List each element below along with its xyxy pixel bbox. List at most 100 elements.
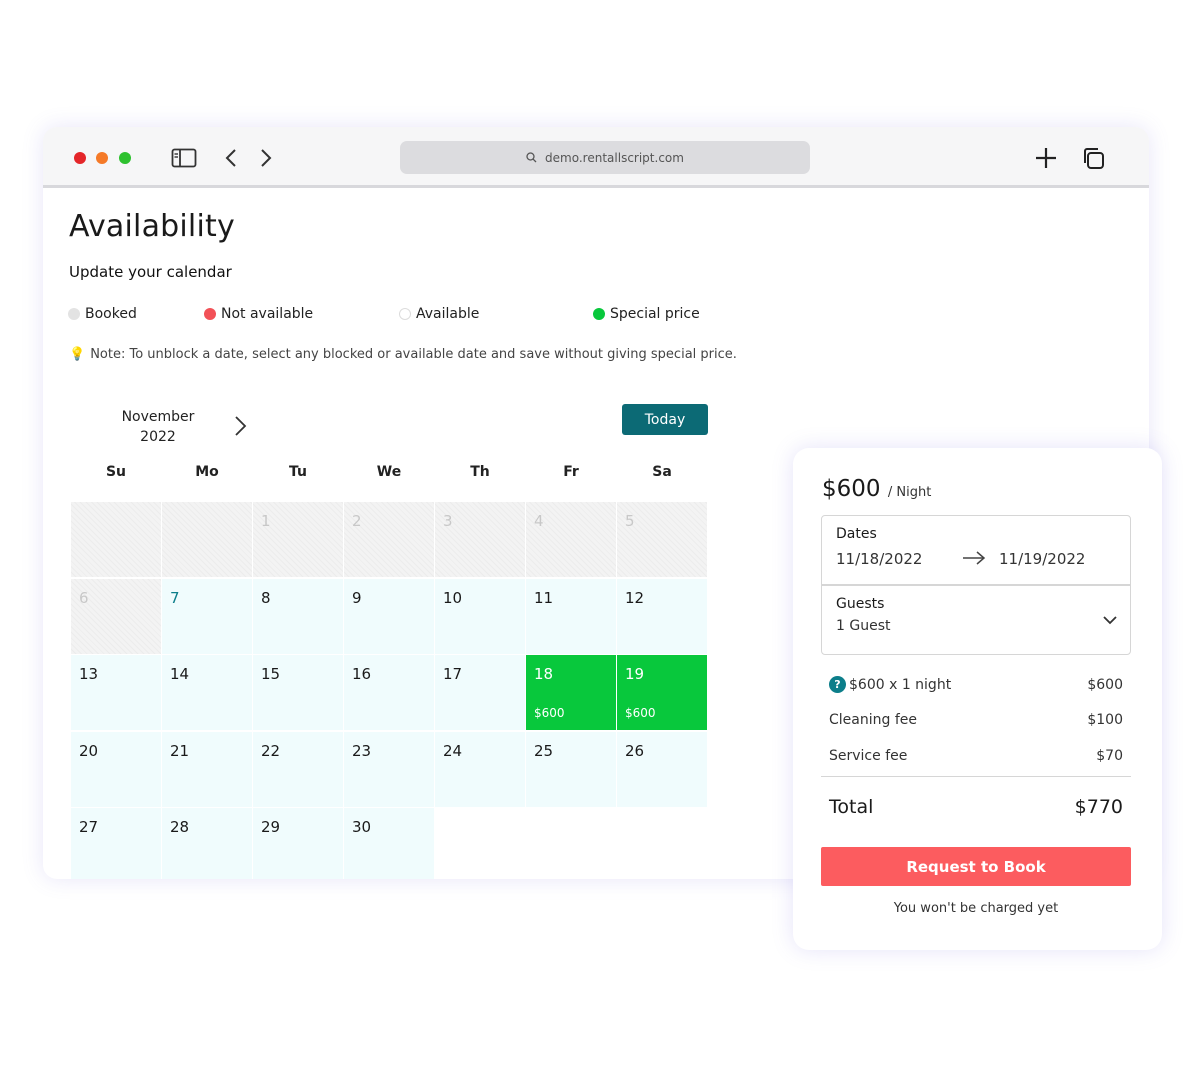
weekday-label: Mo bbox=[195, 464, 219, 480]
calendar-day[interactable]: 28 bbox=[162, 808, 252, 879]
special-price-label: $600 bbox=[534, 706, 565, 720]
day-number: 20 bbox=[79, 741, 99, 760]
calendar-day[interactable]: 5 bbox=[617, 502, 707, 577]
check-in-date[interactable]: 11/18/2022 bbox=[836, 550, 922, 568]
calendar-day[interactable]: 18 $600 bbox=[526, 655, 616, 730]
day-number: 24 bbox=[443, 741, 463, 760]
calendar-day[interactable]: 1 bbox=[253, 502, 343, 577]
price-line-cleaning: Cleaning fee $100 bbox=[829, 712, 1123, 728]
check-out-date[interactable]: 11/19/2022 bbox=[999, 550, 1085, 568]
calendar-day[interactable]: 10 bbox=[435, 578, 525, 654]
calendar-day[interactable]: 2 bbox=[344, 502, 434, 577]
line-amount: $70 bbox=[1096, 748, 1123, 764]
calendar-day[interactable]: 25 bbox=[526, 731, 616, 807]
today-button[interactable]: Today bbox=[622, 404, 708, 435]
note-text: Note: To unblock a date, select any bloc… bbox=[90, 347, 737, 362]
calendar-day[interactable]: 11 bbox=[526, 578, 616, 654]
lightbulb-icon: 💡 bbox=[69, 347, 86, 362]
calendar-day[interactable]: 29 bbox=[253, 808, 343, 879]
calendar-day[interactable]: 24 bbox=[435, 731, 525, 807]
sidebar-toggle-icon[interactable] bbox=[171, 145, 197, 171]
booked-dot-icon bbox=[68, 308, 80, 320]
back-arrow-icon[interactable] bbox=[218, 145, 244, 171]
price-line-nights: ? $600 x 1 night $600 bbox=[829, 676, 1123, 693]
divider bbox=[821, 776, 1131, 777]
calendar-day[interactable]: 26 bbox=[617, 731, 707, 807]
day-number: 16 bbox=[352, 665, 372, 683]
day-number: 30 bbox=[352, 818, 372, 836]
info-note: 💡 Note: To unblock a date, select any bl… bbox=[69, 347, 737, 362]
calendar-day[interactable]: 23 bbox=[344, 731, 434, 807]
day-number: 14 bbox=[170, 665, 190, 683]
day-number: 6 bbox=[79, 588, 89, 607]
day-number: 5 bbox=[625, 512, 635, 530]
calendar-day[interactable] bbox=[71, 502, 161, 577]
help-icon[interactable]: ? bbox=[829, 676, 846, 693]
day-number: 10 bbox=[443, 588, 463, 607]
calendar-day[interactable]: 27 bbox=[71, 808, 161, 879]
calendar-day[interactable]: 14 bbox=[162, 655, 252, 730]
calendar-day[interactable]: 20 bbox=[71, 731, 161, 807]
day-number: 26 bbox=[625, 741, 645, 760]
per-night-label: / Night bbox=[887, 485, 932, 500]
legend-label: Available bbox=[416, 306, 480, 322]
tab-overview-icon[interactable] bbox=[1080, 145, 1106, 171]
day-number: 4 bbox=[534, 512, 544, 530]
day-number: 7 bbox=[170, 588, 180, 607]
total-row: Total $770 bbox=[829, 796, 1123, 818]
calendar-day[interactable]: 7 bbox=[162, 578, 252, 654]
day-number: 28 bbox=[170, 818, 190, 836]
minimize-window-button[interactable] bbox=[96, 152, 108, 164]
line-amount: $600 bbox=[1087, 676, 1123, 693]
calendar-day[interactable]: 16 bbox=[344, 655, 434, 730]
search-icon bbox=[526, 152, 537, 163]
close-window-button[interactable] bbox=[74, 152, 86, 164]
chevron-down-icon[interactable] bbox=[1102, 610, 1118, 629]
new-tab-icon[interactable] bbox=[1033, 145, 1059, 171]
not-available-dot-icon bbox=[204, 308, 216, 320]
calendar-day[interactable]: 4 bbox=[526, 502, 616, 577]
calendar-day[interactable]: 19 $600 bbox=[617, 655, 707, 730]
day-number: 9 bbox=[352, 588, 362, 607]
day-number: 22 bbox=[261, 741, 281, 760]
day-number: 12 bbox=[625, 588, 645, 607]
legend-special-price: Special price bbox=[593, 306, 700, 322]
calendar-day[interactable]: 17 bbox=[435, 655, 525, 730]
maximize-window-button[interactable] bbox=[119, 152, 131, 164]
charge-disclaimer: You won't be charged yet bbox=[893, 901, 1059, 916]
booking-card: $600 / Night Dates 11/18/2022 11/19/2022… bbox=[793, 448, 1162, 950]
calendar-day[interactable] bbox=[162, 502, 252, 577]
day-number: 21 bbox=[170, 741, 190, 760]
price-line-service: Service fee $70 bbox=[829, 748, 1123, 764]
calendar-day[interactable]: 9 bbox=[344, 578, 434, 654]
day-number: 15 bbox=[261, 665, 281, 683]
calendar-day[interactable]: 12 bbox=[617, 578, 707, 654]
line-label: Service fee bbox=[829, 748, 908, 764]
browser-toolbar: demo.rentallscript.com bbox=[43, 127, 1149, 188]
calendar-day[interactable]: 30 bbox=[344, 808, 434, 879]
price-value: $600 bbox=[822, 476, 881, 502]
day-number: 18 bbox=[534, 665, 554, 683]
line-amount: $100 bbox=[1087, 712, 1123, 728]
calendar-day[interactable]: 22 bbox=[253, 731, 343, 807]
calendar-day[interactable]: 8 bbox=[253, 578, 343, 654]
guests-select[interactable]: 1 Guest bbox=[836, 618, 890, 634]
weekday-label: Tu bbox=[289, 464, 307, 480]
calendar-day[interactable]: 6 bbox=[71, 578, 161, 654]
total-label: Total bbox=[829, 796, 874, 818]
calendar-day[interactable]: 21 bbox=[162, 731, 252, 807]
month-name: November bbox=[121, 409, 195, 425]
day-number: 17 bbox=[443, 665, 463, 683]
calendar-day[interactable]: 15 bbox=[253, 655, 343, 730]
next-month-chevron-icon[interactable] bbox=[229, 414, 253, 438]
address-bar[interactable]: demo.rentallscript.com bbox=[400, 141, 810, 174]
request-to-book-button[interactable]: Request to Book bbox=[821, 847, 1131, 886]
calendar-day[interactable]: 3 bbox=[435, 502, 525, 577]
forward-arrow-icon[interactable] bbox=[253, 145, 279, 171]
legend-label: Not available bbox=[221, 306, 314, 322]
day-number: 2 bbox=[352, 512, 362, 530]
day-number: 23 bbox=[352, 741, 372, 760]
month-label: November 2022 bbox=[113, 407, 203, 447]
divider bbox=[822, 584, 1130, 586]
calendar-day[interactable]: 13 bbox=[71, 655, 161, 730]
